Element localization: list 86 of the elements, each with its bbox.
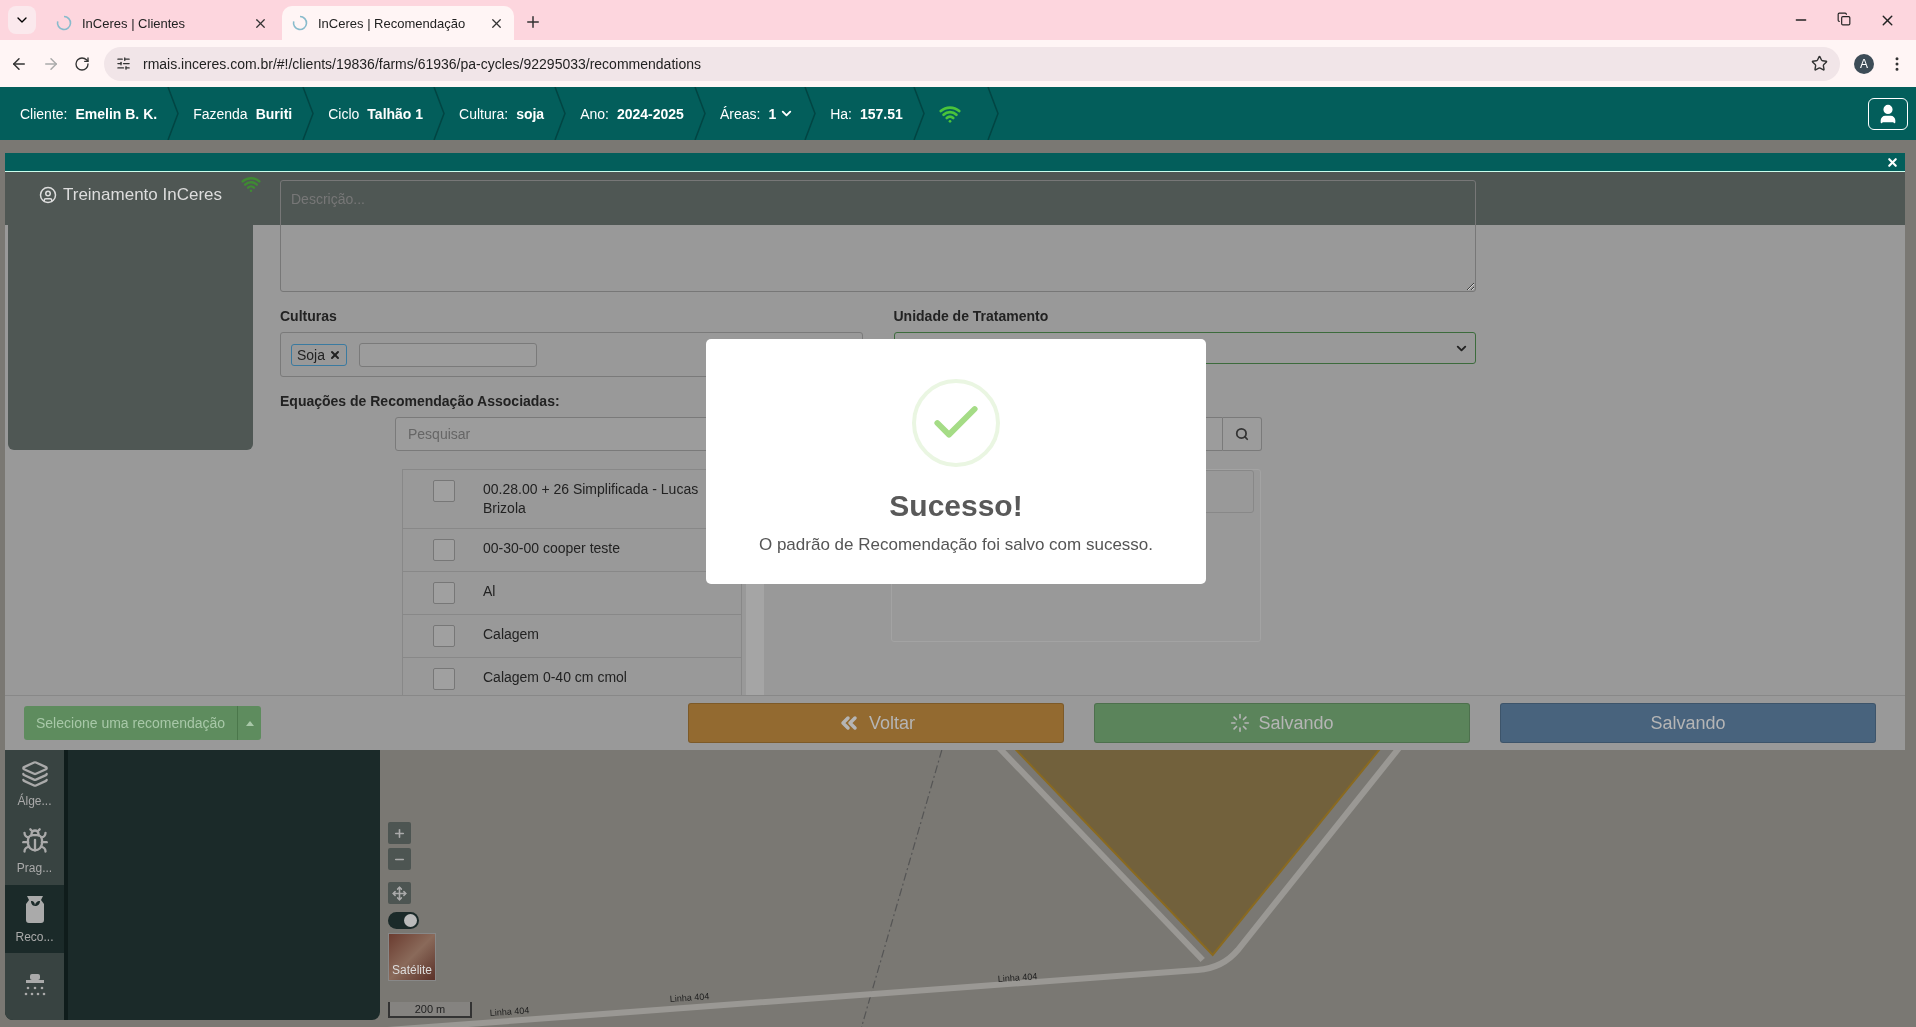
cultures-field[interactable]: Soja	[280, 332, 863, 377]
breadcrumb-item[interactable]: Fazenda Buriti	[193, 105, 303, 122]
breadcrumb-value: Buriti	[255, 105, 293, 122]
breadcrumb-label: Ano:	[580, 105, 609, 122]
layers-icon	[20, 759, 49, 788]
user-button[interactable]	[1868, 97, 1908, 130]
breadcrumb-label: Ciclo	[328, 105, 360, 122]
breadcrumb-label: Cliente:	[20, 105, 68, 122]
breadcrumb-chevron-icon	[804, 87, 817, 140]
breadcrumb-item[interactable]: Ciclo Talhão 1	[328, 105, 434, 122]
caret-up-icon	[245, 720, 254, 726]
reload-icon[interactable]	[74, 55, 90, 72]
loading-icon	[292, 15, 308, 31]
fertilizer-bag-icon	[23, 893, 46, 924]
user-name[interactable]: Treinamento InCeres	[38, 184, 223, 206]
breadcrumb-label: Cultura:	[459, 105, 509, 122]
breadcrumb-chevron-icon	[693, 87, 706, 140]
breadcrumb-item[interactable]: Ha: 157.51	[830, 105, 913, 122]
zoom-in-button[interactable]	[388, 822, 411, 844]
tab-list-button[interactable]	[8, 6, 36, 34]
bookmark-star-icon[interactable]	[1811, 55, 1828, 72]
url-text: rmais.inceres.com.br/#!/clients/19836/farms/61936/pa-cycles/92295033/recommendations	[143, 55, 702, 72]
site-info-icon[interactable]	[116, 56, 131, 71]
pan-button[interactable]	[388, 882, 411, 904]
address-bar[interactable]: rmais.inceres.com.br/#!/clients/19836/farms/61936/pa-cycles/92295033/recommendations	[104, 46, 1840, 81]
field-label: Equações de Recomendação Associadas:	[280, 393, 561, 409]
field-label: Culturas	[280, 308, 338, 324]
search-button[interactable]	[1223, 417, 1262, 451]
browser-tab[interactable]: InCeres | Clientes	[46, 6, 278, 40]
loading-icon	[1230, 713, 1251, 733]
search-icon	[1235, 427, 1249, 441]
sidebar-item[interactable]: Reco...	[5, 885, 64, 953]
checkbox[interactable]	[433, 625, 455, 647]
breadcrumb-value: 2024-2025	[616, 105, 684, 122]
breadcrumb-chevron-icon	[433, 87, 446, 140]
wifi-icon	[241, 174, 261, 194]
satellite-layer-button[interactable]: Satélite	[388, 933, 436, 981]
bug-icon	[20, 827, 49, 856]
breadcrumb-value: 1	[768, 105, 795, 122]
loading-icon	[56, 15, 72, 31]
breadcrumb-chevron-icon	[302, 87, 315, 140]
sidebar-item[interactable]: Prag...	[5, 817, 64, 885]
breadcrumb-value: soja	[516, 105, 545, 122]
close-icon[interactable]	[1886, 155, 1899, 169]
scale-bar: 200 m	[388, 1002, 472, 1018]
breadcrumb-value: Emelin B. K.	[75, 105, 158, 122]
plus-icon	[393, 826, 406, 840]
checkbox[interactable]	[433, 480, 455, 502]
dialog-message: O padrão de Recomendação foi salvo com sucesso.	[758, 535, 1153, 555]
breadcrumb-label: Áreas:	[719, 105, 761, 122]
restore-icon[interactable]	[1837, 11, 1851, 26]
new-tab-icon[interactable]	[524, 13, 542, 31]
field-label: Unidade de Tratamento	[893, 308, 1050, 324]
success-check-icon	[912, 379, 1000, 467]
checkbox[interactable]	[433, 668, 455, 690]
breadcrumb-item[interactable]: Áreas: 1	[719, 105, 805, 122]
breadcrumb-value: 157.51	[859, 105, 903, 122]
road-label: Linha 404	[489, 1005, 530, 1018]
breadcrumb-item[interactable]: Cliente: Emelin B. K.	[20, 105, 168, 122]
breadcrumb-chevron-icon	[912, 87, 925, 140]
user-icon	[38, 186, 57, 204]
move-icon	[392, 885, 407, 901]
breadcrumb-chevron-icon	[167, 87, 180, 140]
culture-tag[interactable]: Soja	[291, 343, 348, 366]
profile-avatar[interactable]: A	[1854, 53, 1874, 74]
equation-item[interactable]: Calagem	[403, 615, 741, 658]
remove-icon[interactable]	[329, 348, 342, 361]
tag-input[interactable]	[359, 342, 538, 367]
breadcrumb-chevron-icon	[554, 87, 567, 140]
checkbox[interactable]	[433, 539, 455, 561]
breadcrumb-chevron-icon	[986, 87, 999, 140]
breadcrumb-item[interactable]: Cultura: soja	[459, 105, 555, 122]
breadcrumb-value: Talhão 1	[367, 105, 424, 122]
breadcrumb-item[interactable]: Ano: 2024-2025	[580, 105, 694, 122]
save-button[interactable]: Salvando	[1500, 703, 1876, 743]
equation-item[interactable]: Calagem 0-40 cm cmol	[403, 658, 741, 695]
breadcrumb-label: Fazenda	[193, 105, 248, 122]
road-label: Linha 404	[669, 991, 710, 1004]
checkbox[interactable]	[433, 582, 455, 604]
breadcrumb-label: Ha:	[830, 105, 852, 122]
browser-tab[interactable]: InCeres | Recomendação	[282, 6, 514, 40]
dialog-title: Sucesso!	[889, 489, 1023, 523]
road-label: Linha 404	[997, 971, 1038, 984]
sidebar-item[interactable]: Álge...	[5, 750, 64, 818]
user-name-text: Treinamento InCeres	[62, 185, 223, 205]
layer-toggle[interactable]	[388, 912, 419, 929]
